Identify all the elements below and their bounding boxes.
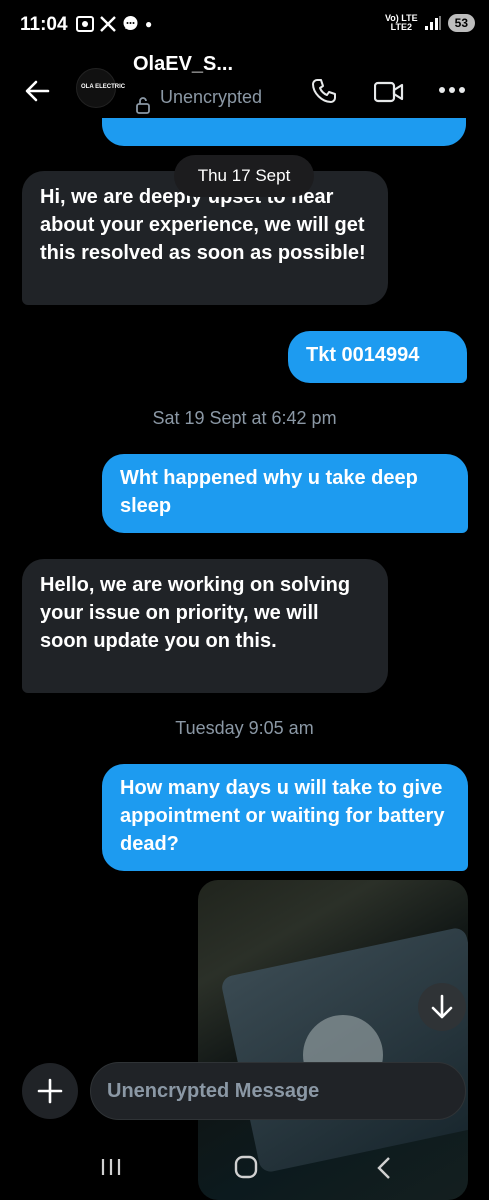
message-bubble-outgoing[interactable]: Wht happened why u take deep sleep — [102, 454, 468, 533]
message-bubble-outgoing-partial[interactable] — [102, 118, 466, 146]
plus-icon — [37, 1078, 63, 1104]
phone-icon[interactable] — [311, 78, 337, 104]
nav-back-icon[interactable] — [376, 1156, 392, 1180]
battery-indicator: 53 — [447, 14, 475, 32]
chat-icon — [123, 16, 138, 30]
status-time: 11:04 — [20, 14, 68, 35]
video-call-icon[interactable] — [374, 80, 404, 104]
network-label: Vo) LTE LTE2 — [384, 13, 418, 32]
recent-apps-icon[interactable] — [100, 1157, 122, 1177]
message-text: Tkt 0014994 — [306, 344, 420, 366]
message-text: Hello, we are working on solving your is… — [40, 574, 351, 652]
message-bubble-incoming[interactable]: Hello, we are working on solving your is… — [22, 559, 388, 693]
message-text: Wht happened why u take deep sleep — [120, 467, 418, 517]
message-text: Hi, we are deeply upset to hear about yo… — [40, 186, 366, 264]
signal-icon — [424, 16, 441, 30]
screenshot-icon — [76, 15, 94, 32]
avatar[interactable]: OLA ELECTRIC — [76, 68, 125, 108]
unlock-icon — [136, 97, 150, 114]
status-bar: 11:04 ● Vo) LTE LTE2 53 — [0, 0, 489, 56]
back-arrow-icon[interactable] — [24, 78, 50, 104]
x-icon — [100, 15, 116, 32]
dot-icon: ● — [145, 16, 153, 31]
add-attachment-button[interactable] — [22, 1063, 78, 1119]
date-separator: Sat 19 Sept at 6:42 pm — [152, 408, 337, 428]
date-separator: Tuesday 9:05 am — [175, 718, 314, 738]
more-options-icon[interactable] — [438, 86, 466, 94]
contact-name[interactable]: OlaEV_S... — [133, 53, 233, 76]
message-bubble-outgoing[interactable]: How many days u will take to give appoin… — [102, 764, 468, 871]
message-bubble-outgoing[interactable]: Tkt 0014994 — [288, 331, 467, 383]
arrow-down-icon — [431, 994, 453, 1019]
image-attachment[interactable] — [198, 880, 468, 1200]
message-input[interactable] — [90, 1062, 466, 1120]
home-icon[interactable] — [234, 1155, 258, 1179]
date-separator: Thu 17 Sept — [174, 155, 314, 197]
encryption-status: Unencrypted — [160, 87, 263, 107]
scroll-to-bottom-button[interactable] — [418, 983, 466, 1031]
message-text: How many days u will take to give appoin… — [120, 777, 445, 855]
